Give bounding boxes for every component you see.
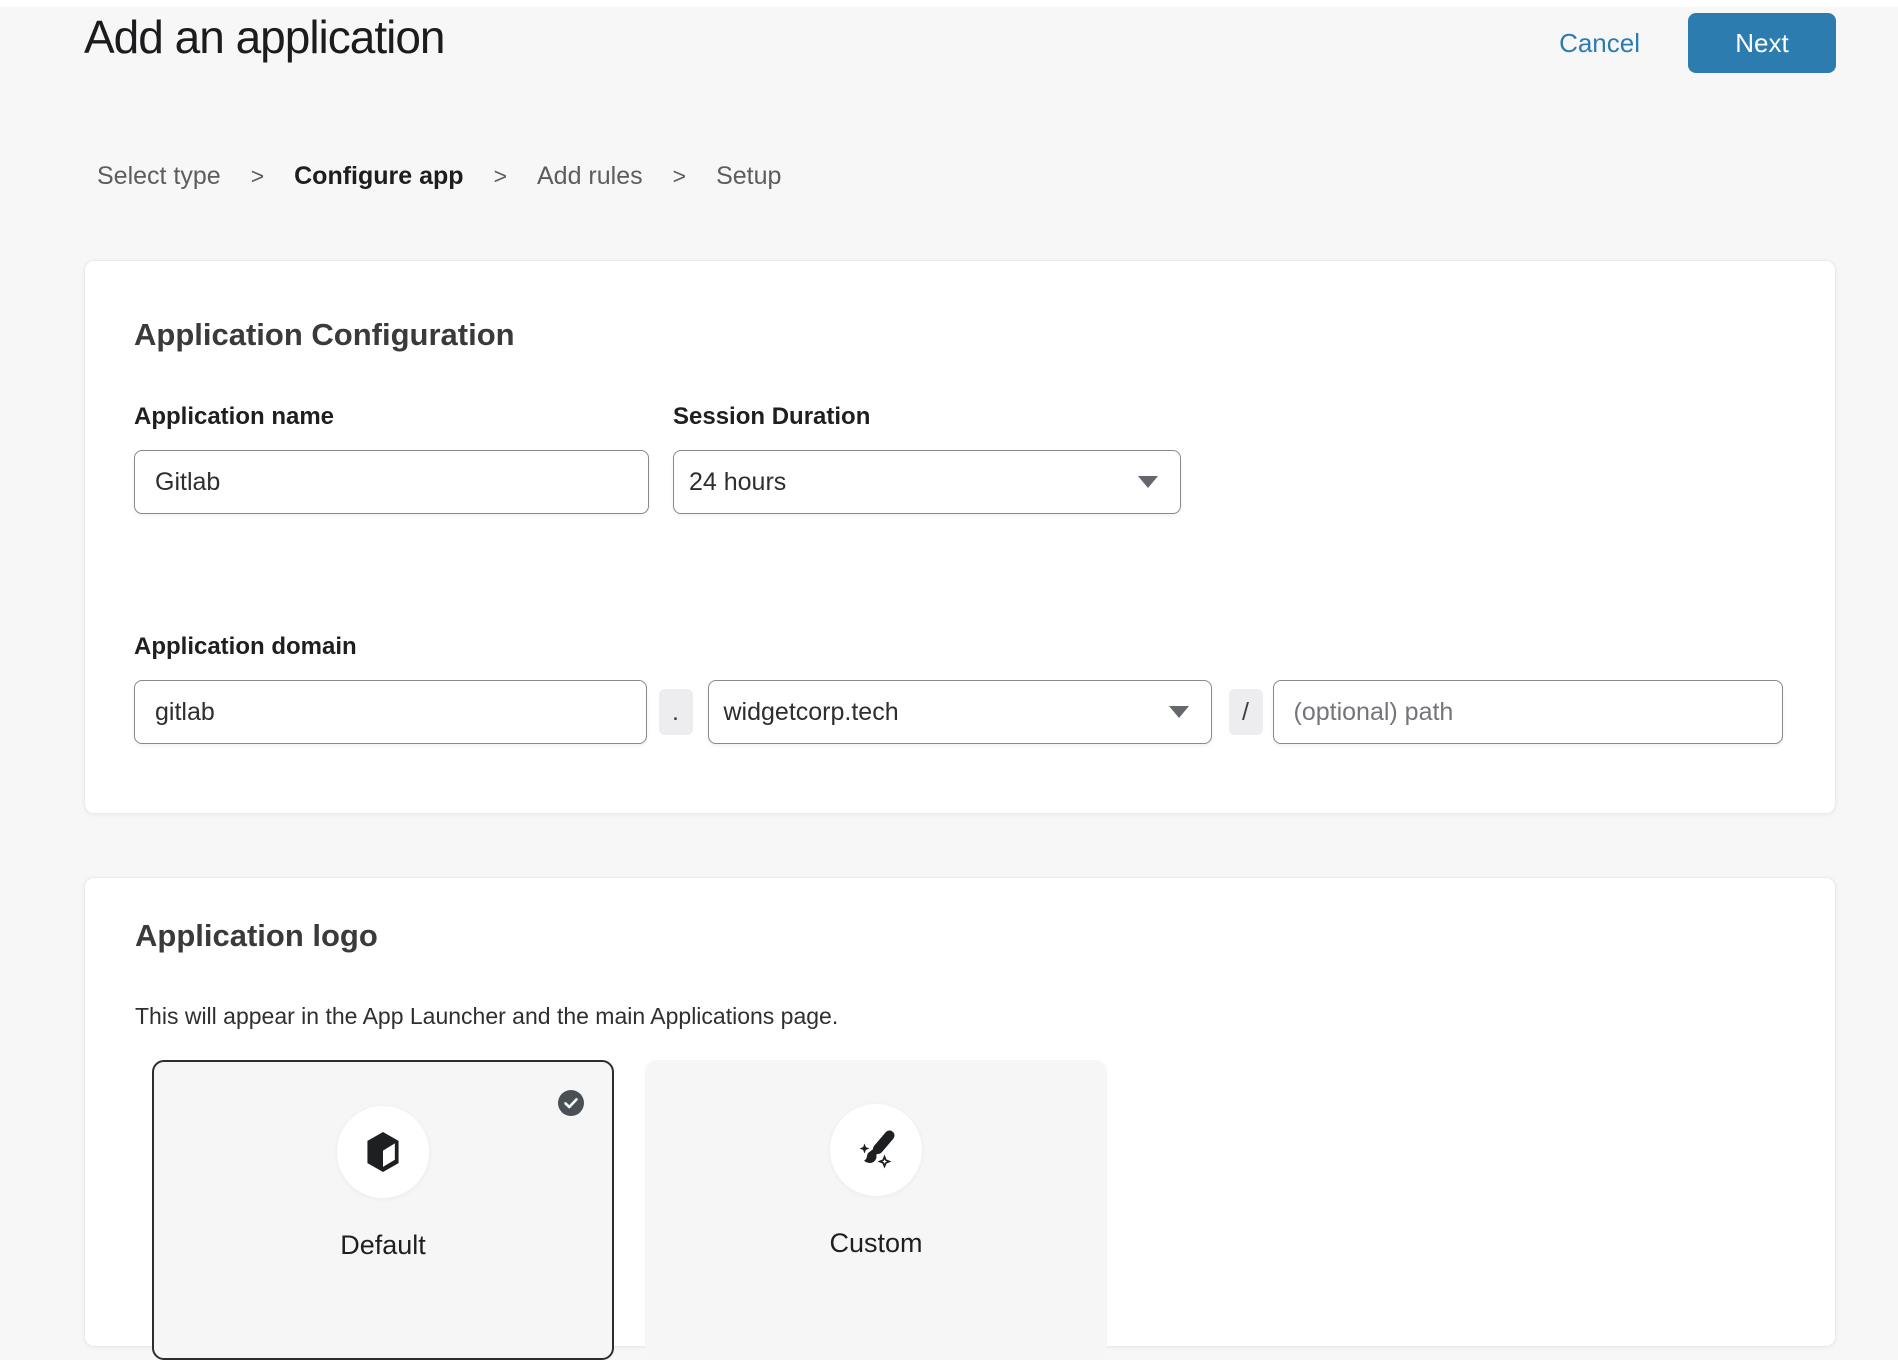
next-button[interactable]: Next (1688, 13, 1836, 73)
selected-check-icon (558, 1090, 584, 1116)
session-duration-select[interactable]: 24 hours (673, 450, 1181, 514)
header-actions: Cancel Next (1559, 13, 1836, 73)
logo-heading: Application logo (135, 918, 1783, 954)
breadcrumb: Select type > Configure app > Add rules … (97, 162, 781, 191)
application-name-input[interactable] (134, 450, 649, 514)
session-duration-field-group: Session Duration 24 hours (673, 402, 1181, 514)
chevron-down-icon (1169, 706, 1189, 718)
page-title: Add an application (84, 10, 445, 64)
breadcrumb-separator: > (251, 163, 264, 190)
chevron-down-icon (1138, 476, 1158, 488)
logo-option-custom[interactable]: Custom (645, 1060, 1107, 1360)
default-logo-circle (337, 1106, 429, 1198)
custom-logo-circle (830, 1104, 922, 1196)
cancel-button[interactable]: Cancel (1559, 28, 1640, 59)
logo-description: This will appear in the App Launcher and… (135, 1002, 1783, 1030)
dot-separator: . (659, 689, 693, 735)
application-name-field-group: Application name (134, 402, 649, 514)
path-input[interactable] (1273, 680, 1784, 744)
application-domain-label: Application domain (134, 632, 1783, 662)
breadcrumb-separator: > (673, 163, 686, 190)
breadcrumb-separator: > (494, 163, 507, 190)
domain-select[interactable]: widgetcorp.tech (708, 680, 1212, 744)
application-name-label: Application name (134, 402, 649, 432)
logo-options: Default Custom (152, 1060, 1783, 1360)
configuration-heading: Application Configuration (134, 317, 1783, 353)
subdomain-input[interactable] (134, 680, 647, 744)
logo-option-default[interactable]: Default (152, 1060, 614, 1360)
paintbrush-icon (854, 1128, 898, 1172)
session-duration-label: Session Duration (673, 402, 1181, 432)
session-duration-value: 24 hours (689, 468, 786, 497)
name-duration-row: Application name Session Duration 24 hou… (134, 402, 1783, 514)
domain-select-value: widgetcorp.tech (724, 698, 899, 727)
cube-icon (362, 1130, 404, 1174)
slash-separator: / (1229, 689, 1263, 735)
application-configuration-card: Application Configuration Application na… (84, 260, 1836, 814)
step-add-rules[interactable]: Add rules (537, 162, 643, 191)
logo-option-label: Custom (829, 1228, 922, 1259)
step-select-type[interactable]: Select type (97, 162, 221, 191)
step-setup[interactable]: Setup (716, 162, 781, 191)
application-logo-card: Application logo This will appear in the… (84, 877, 1836, 1347)
application-domain-row: . widgetcorp.tech / (134, 680, 1783, 744)
top-divider (0, 0, 1898, 7)
step-configure-app[interactable]: Configure app (294, 162, 463, 191)
logo-option-label: Default (340, 1230, 426, 1261)
